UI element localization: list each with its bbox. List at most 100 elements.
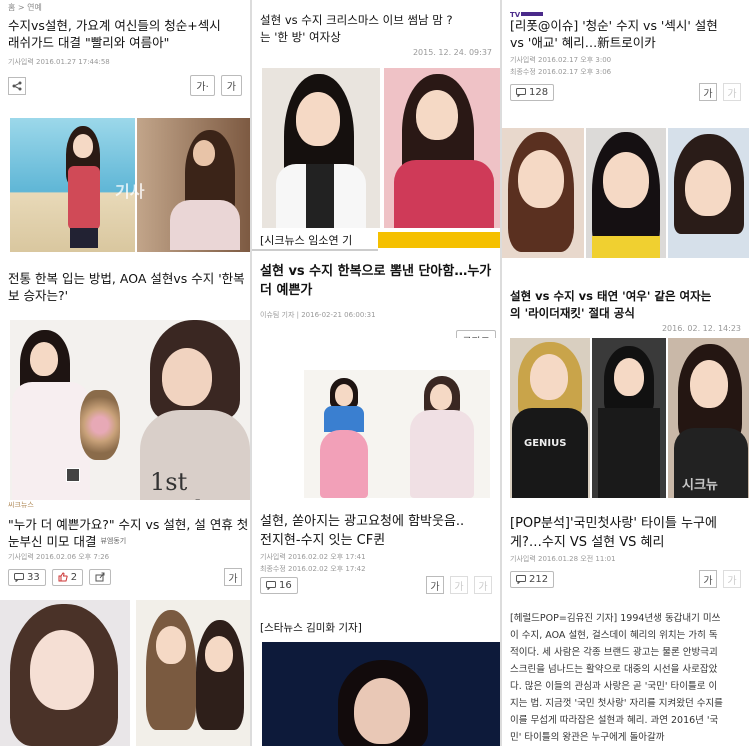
- comment-icon: [14, 572, 24, 582]
- article-date: 2015. 12. 24. 09:37: [412, 48, 492, 57]
- article-meta: 기사입력 2016.02.17 오후 3:00: [510, 56, 612, 64]
- article-title-line1[interactable]: 수지vs설현, 가요계 여신들의 청순+섹시: [0, 17, 250, 34]
- comment-icon: [516, 87, 526, 97]
- like-count: 2: [70, 571, 78, 583]
- article-body-line: 다. 많은 이들의 관심과 사랑은 곧 '국민' 타이틀로 이: [510, 681, 718, 692]
- font-size-button-2[interactable]: 가: [220, 75, 242, 96]
- article-title-line1[interactable]: 설현 vs 수지 크리스마스 이브 썸남 맘 ?: [252, 12, 500, 29]
- article-title-line1[interactable]: "누가 더 예쁜가요?" 수지 vs 설현, 설 연휴 첫: [0, 516, 250, 533]
- share-out-icon: [95, 572, 105, 582]
- font-size-button-disabled[interactable]: 가: [450, 576, 468, 594]
- article-card-seollal: 씨크뉴스 "누가 더 예쁜가요?" 수지 vs 설현, 설 연휴 첫 눈부신 미…: [0, 500, 250, 596]
- article-body-line: 지는 법. 지금껏 '국민 첫사랑' 자리를 지켜왔던 수지를: [510, 698, 723, 709]
- share-button[interactable]: [89, 569, 112, 585]
- article-title-line2[interactable]: 게?…수지 VS 설현 VS 혜리: [502, 533, 749, 552]
- article-card-hanbok: 전통 한복 입는 방법, AOA 설현vs 수지 '한복 보 승자는?': [0, 266, 250, 316]
- comments-button[interactable]: 33: [8, 568, 46, 586]
- article-title-line2[interactable]: 래쉬가드 대결 "빨리와 여름아": [0, 34, 250, 51]
- article-body: [헤럴드POP=김유진 기자] 1994년생 동갑내기 미쓰이 수지, AOA …: [502, 606, 749, 746]
- article-title-line2[interactable]: 전지현-수지 잇는 CF퀸: [252, 531, 500, 550]
- font-size-button[interactable]: 글자크: [456, 330, 496, 338]
- article-meta: 이슈팀 기자 | 2016-02-21 06:00:31: [260, 311, 376, 319]
- play-icon[interactable]: [66, 468, 80, 482]
- font-size-button-disabled-2[interactable]: 가: [474, 576, 492, 594]
- tshirt-print: GENIUS: [524, 438, 567, 449]
- publisher-name[interactable]: 뷰엠동기: [100, 533, 126, 550]
- font-size-button[interactable]: 가: [699, 570, 717, 588]
- article-meta: 기사입력 2016.02.02 오후 17:41: [260, 553, 366, 561]
- rashguard-photo: 기사: [10, 118, 250, 252]
- font-size-button[interactable]: 가: [224, 568, 242, 586]
- article-card-cf-queen: 설현, 쏟아지는 광고요청에 함박웃음.. 전지현-수지 잇는 CF퀸 기사입력…: [252, 504, 500, 600]
- article-meta: 기사입력 2016.01.27 17:44:58: [8, 58, 110, 66]
- article-title-line2[interactable]: 눈부신 미모 대결: [8, 533, 96, 550]
- comments-button[interactable]: 128: [510, 83, 555, 101]
- tv-report-logo: TV: [502, 0, 749, 19]
- article-title-line1[interactable]: 설현, 쏟아지는 광고요청에 함박웃음..: [252, 512, 500, 531]
- article-title-line1[interactable]: [리폿@이슈] '청순' 수지 vs '섹시' 설현: [502, 17, 749, 34]
- font-size-button-disabled[interactable]: 가: [723, 83, 741, 101]
- like-button[interactable]: 2: [51, 568, 84, 586]
- article-title-line2[interactable]: 의 '라이더재킷' 절대 공식: [502, 305, 749, 322]
- article-card-first-love: [POP분석]'국민첫사랑' 타이틀 누구에 게?…수지 VS 설현 VS 혜리…: [502, 508, 749, 592]
- article-card-hanbok-beauty: 설현 vs 수지 한복으로 뽐낸 단아함…누가 더 예쁜가 이슈팀 기자 | 2…: [252, 258, 500, 338]
- brand-logo: 1st Look: [150, 468, 209, 500]
- hanbok-photo: 1st Look: [10, 320, 250, 500]
- article-body-line: 적이다. 세 사람은 각종 브랜드 광고는 물론 안방극괴: [510, 647, 718, 658]
- article-column-right: TV [리폿@이슈] '청순' 수지 vs '섹시' 설현 vs '애교' 혜리…: [502, 0, 749, 746]
- share-button[interactable]: [8, 76, 26, 95]
- font-size-button-disabled[interactable]: 가: [723, 570, 741, 588]
- article-meta-updated: 최종수정 2016.02.02 오후 17:42: [260, 565, 366, 573]
- photo-caption: [시크뉴스 임소연 기: [252, 232, 378, 251]
- font-size-button[interactable]: 가: [426, 576, 444, 594]
- concert-photo: [262, 642, 500, 746]
- comments-button[interactable]: 16: [260, 576, 298, 594]
- article-date: 2016. 02. 12. 14:23: [661, 324, 741, 333]
- thumbs-up-icon: [58, 572, 68, 582]
- article-title-line1[interactable]: 설현 vs 수지 한복으로 뽐낸 단아함…누가: [252, 262, 500, 281]
- article-column-middle: 설현 vs 수지 크리스마스 이브 썸남 맘 ? 는 '한 방' 여자상 201…: [252, 0, 500, 746]
- article-card-christmas: 설현 vs 수지 크리스마스 이브 썸남 맘 ? 는 '한 방' 여자상 201…: [252, 0, 500, 66]
- article-title-line1[interactable]: [POP분석]'국민첫사랑' 타이틀 누구에: [502, 514, 749, 533]
- comment-count: 128: [529, 86, 549, 98]
- breadcrumb: 홈 > 연예: [8, 3, 42, 12]
- article-body-line: 스크린을 넘나드는 활약으로 대중의 시선을 사로잡았: [510, 664, 718, 675]
- bottom-photo-left: [0, 600, 250, 746]
- photo-caption: [스타뉴스 김미화 기자]: [260, 622, 362, 634]
- article-column-left: 홈 > 연예 수지vs설현, 가요계 여신들의 청순+섹시 래쉬가드 대결 "빨…: [0, 0, 250, 746]
- font-size-button[interactable]: 가·: [190, 75, 215, 96]
- troika-photo: [502, 128, 749, 258]
- caption-bar-2: [스타뉴스 김미화 기자]: [252, 620, 500, 642]
- christmas-photo: [262, 68, 500, 228]
- share-icon: [12, 81, 22, 90]
- article-title-line1[interactable]: 전통 한복 입는 방법, AOA 설현vs 수지 '한복: [0, 270, 250, 287]
- font-size-button[interactable]: 가: [699, 83, 717, 101]
- comment-count: 33: [27, 571, 40, 583]
- rider-jacket-photo: GENIUS 시크뉴: [510, 338, 749, 498]
- article-title-line2[interactable]: 보 승자는?': [0, 287, 250, 304]
- article-card-rider-jacket: 설현 vs 수지 vs 태연 '여우' 같은 여자는 의 '라이더재킷' 절대 …: [502, 284, 749, 336]
- article-title-line2[interactable]: 는 '한 방' 여자상: [252, 29, 500, 46]
- comment-icon: [266, 580, 276, 590]
- article-meta-updated: 최종수정 2016.02.17 오후 3:06: [510, 68, 612, 76]
- article-meta: 기사입력 2016.01.28 오전 11:01: [510, 555, 616, 563]
- hanbok-photo-2: [304, 370, 490, 498]
- watermark: 시크뉴: [682, 478, 718, 493]
- article-body-line: 이 수지, AOA 설현, 걸스데이 혜리의 위치는 가히 독: [510, 630, 718, 641]
- article-body-line: [헤럴드POP=김유진 기자] 1994년생 동갑내기 미쓰: [510, 613, 721, 624]
- article-card-troika: TV [리폿@이슈] '청순' 수지 vs '섹시' 설현 vs '애교' 혜리…: [502, 0, 749, 110]
- watermark: 기사: [115, 182, 145, 201]
- comment-count: 212: [529, 573, 549, 585]
- article-meta: 기사입력 2016.02.06 오후 7:26: [8, 553, 110, 561]
- article-title-line2[interactable]: vs '애교' 혜리…新트로이카: [502, 34, 749, 51]
- article-body-text: [헤럴드POP=김유진 기자] 1994년생 동갑내기 미쓰이 수지, AOA …: [502, 606, 749, 746]
- article-title-line1[interactable]: 설현 vs 수지 vs 태연 '여우' 같은 여자는: [502, 288, 749, 305]
- article-body-line: 이를 무섭게 따라잡은 설현과 혜리. 과연 2016년 '국: [510, 715, 719, 726]
- caption-bar: [시크뉴스 임소연 기: [252, 232, 500, 254]
- article-body-line: 민' 타이틀의 왕관은 누구에게 돌아갈까: [510, 732, 665, 743]
- comments-button[interactable]: 212: [510, 570, 555, 588]
- article-title-line2[interactable]: 더 예쁜가: [252, 281, 500, 300]
- article-card-rashguard: 홈 > 연예 수지vs설현, 가요계 여신들의 청순+섹시 래쉬가드 대결 "빨…: [0, 0, 250, 112]
- comment-count: 16: [279, 579, 292, 591]
- source-label: 씨크뉴스: [8, 501, 34, 509]
